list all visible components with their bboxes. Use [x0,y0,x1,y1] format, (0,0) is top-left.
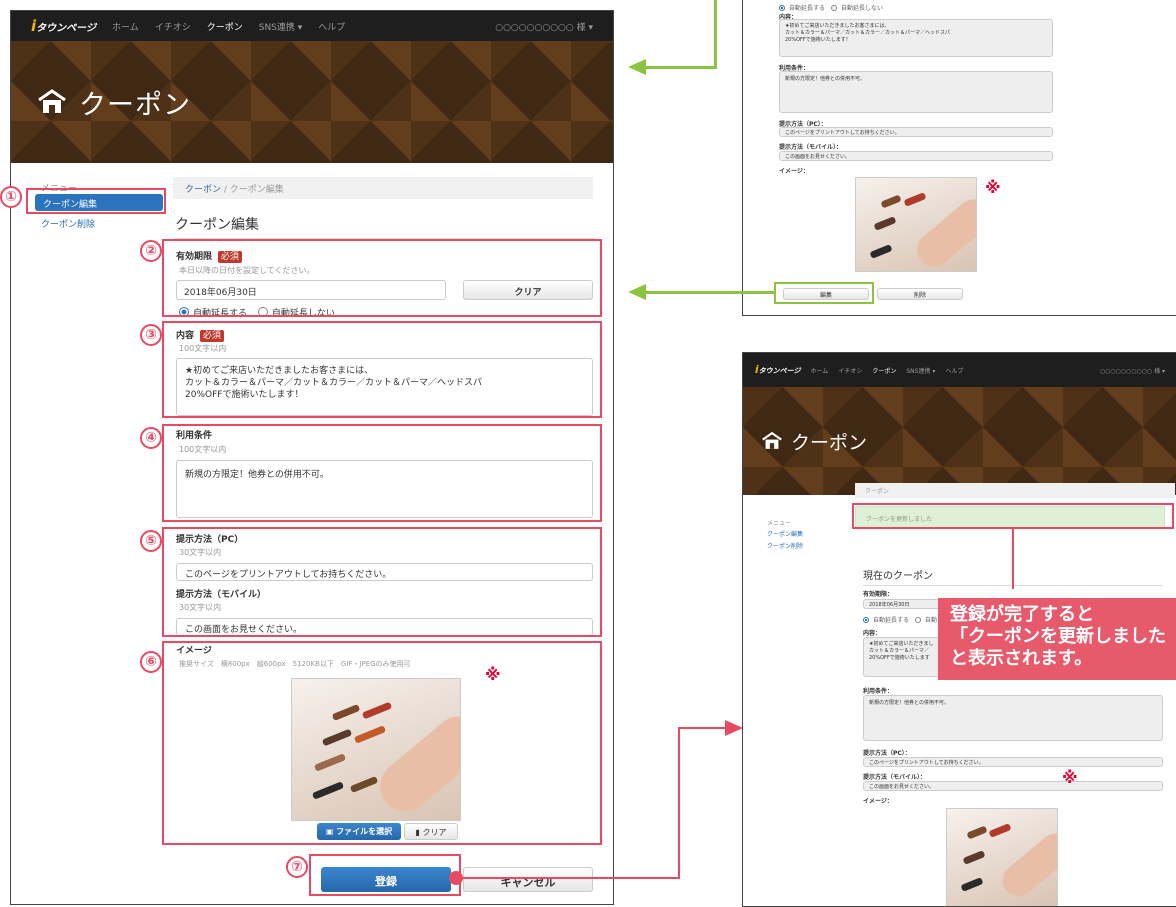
step-number-5: ⑤ [140,530,162,552]
preview-pc-box: このページをプリントアウトしてお持ちください。 [779,127,1053,137]
annotation-box-2 [162,239,602,317]
completion-callout: 登録が完了すると 「クーポンを更新しました と表示されます。 [938,598,1176,680]
preview-screen: 自動延長する 自動延長しない 内容： ★初めてご来店いただきましたお客さまには、… [742,0,1176,316]
hero-banner: クーポン [11,41,613,163]
annotation-box-3 [162,321,602,418]
breadcrumb-link[interactable]: クーポン [185,185,221,195]
annotation-box-7 [309,854,461,896]
result-sidebar-edit[interactable]: クーポン編集 [767,529,803,538]
annotation-box-5 [162,527,602,637]
arrow-edit-to-form [628,284,646,300]
arrow-to-edit-screen [628,59,646,75]
result-asterisk: ※ [1062,768,1078,787]
shop-icon [37,88,67,116]
step-number-2: ② [140,240,162,262]
step-number-1: ① [0,186,22,208]
preview-asterisk: ※ [985,178,1001,197]
preview-mobile-label: 提示方法（モバイル）： [779,144,843,151]
preview-content-box: ★初めてご来店いただきましたお客さまには、 カット＆カラー＆パーマ／カット＆カラー… [779,19,1053,57]
success-highlight [852,503,1174,529]
annotation-box-1 [26,188,166,214]
shop-icon [761,431,783,451]
cancel-button[interactable]: キャンセル [463,867,593,892]
breadcrumb: クーポン / クーポン編集 [173,177,593,199]
top-navbar: iタウンページ ホーム イチオシ クーポン SNS連携 ▾ ヘルプ ○○○○○○… [11,11,613,41]
nav-sns[interactable]: SNS連携 ▾ [259,20,303,33]
preview-image-label: イメージ： [779,168,809,175]
preview-terms-box: 新規の方限定！他券との併用不可。 [779,71,1053,113]
step-number-6: ⑥ [140,651,162,673]
preview-delete-button[interactable]: 削除 [877,288,963,300]
nav-coupon[interactable]: クーポン [207,20,243,33]
result-navbar: iタウンページ ホーム イチオシ クーポン SNS連携 ▾ ヘルプ ○○○○○○… [743,353,1176,387]
result-mobile-box: この画面をお見せください。 [863,781,1163,791]
nav-home[interactable]: ホーム [112,20,139,33]
step-number-3: ③ [140,324,162,346]
annotation-box-4 [162,424,602,522]
result-breadcrumb: クーポン [855,483,1175,498]
arrow-submit-to-result [725,720,743,736]
asterisk-mark: ※ [485,665,501,684]
result-sidebar-delete[interactable]: クーポン削除 [767,541,803,550]
annotation-box-6 [162,641,602,845]
form-heading: クーポン編集 [175,214,595,239]
result-terms-box: 新規の方限定！他券との併用不可。 [863,695,1163,741]
nav-recommend[interactable]: イチオシ [155,20,191,33]
step-number-4: ④ [140,427,162,449]
site-logo[interactable]: iタウンページ [31,17,96,35]
nav-help[interactable]: ヘルプ [318,20,345,33]
breadcrumb-current: クーポン編集 [229,185,284,195]
page-title: クーポン [79,89,191,121]
result-hero: クーポン [743,387,1176,495]
result-pc-box: このページをプリントアウトしてお持ちください。 [863,757,1163,767]
result-image [946,808,1058,906]
preview-image [855,177,977,272]
step-number-7: ⑦ [286,856,308,878]
sidebar-item-delete[interactable]: クーポン削除 [41,217,95,230]
preview-mobile-box: この画面をお見せください。 [779,151,1053,161]
preview-edit-highlight [774,282,874,304]
preview-radios: 自動延長する 自動延長しない [779,3,883,12]
user-menu[interactable]: ○○○○○○○○○○ 様 ▾ [495,20,593,33]
